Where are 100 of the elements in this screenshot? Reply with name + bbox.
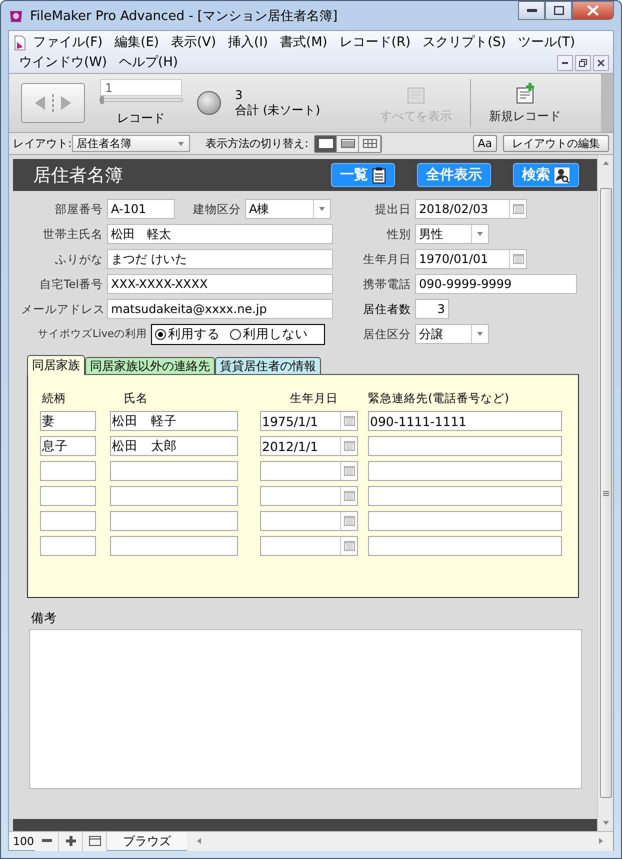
edit-layout-button[interactable]: レイアウトの編集: [503, 135, 609, 152]
calendar-icon[interactable]: [344, 441, 354, 451]
date-field[interactable]: 1970/01/01: [415, 249, 527, 269]
close-icon: [597, 59, 605, 67]
date-field[interactable]: [260, 461, 358, 481]
minimize-button[interactable]: [518, 1, 545, 20]
calendar-icon[interactable]: [512, 204, 524, 214]
contact-field[interactable]: [368, 536, 562, 556]
new-record-button[interactable]: 新規レコード: [485, 82, 566, 124]
relation-field[interactable]: 息子: [40, 436, 96, 456]
scroll-right-icon: [597, 837, 605, 845]
name-field[interactable]: 松田 太郎: [110, 436, 238, 456]
menu-item[interactable]: 挿入(I): [222, 33, 274, 53]
table-view-icon: [362, 139, 377, 148]
list-view-button[interactable]: [337, 136, 360, 152]
list-view-icon: [340, 139, 355, 148]
menu-item[interactable]: ツール(T): [512, 33, 582, 53]
text-field[interactable]: XXX-XXXX-XXXX: [107, 274, 333, 294]
maximize-button[interactable]: [545, 1, 572, 20]
name-field[interactable]: [110, 486, 238, 506]
menu-item[interactable]: 編集(E): [108, 33, 165, 53]
dropdown-field[interactable]: 分譲: [415, 324, 489, 344]
menu-item[interactable]: スクリプト(S): [416, 33, 512, 53]
text-field[interactable]: 090-9999-9999: [415, 274, 577, 294]
text-field[interactable]: matsudakeita@xxxx.ne.jp: [107, 299, 333, 319]
field-label: 性別: [386, 226, 411, 242]
date-field[interactable]: 2018/02/03: [415, 199, 527, 219]
tab[interactable]: 同居家族: [27, 355, 85, 375]
layout-select[interactable]: 居住者名簿: [72, 135, 190, 152]
calendar-icon[interactable]: [344, 416, 354, 426]
name-field[interactable]: [110, 511, 238, 531]
date-field[interactable]: 2012/1/1: [260, 436, 358, 456]
column-header: 緊急連絡先(電話番号など): [368, 391, 510, 406]
menu-item[interactable]: 表示(V): [164, 33, 222, 53]
relation-field[interactable]: 妻: [40, 411, 96, 431]
calendar-icon[interactable]: [344, 516, 354, 526]
field-label: 世帯主氏名: [42, 226, 103, 242]
minimize-button[interactable]: [557, 55, 573, 71]
name-field[interactable]: [110, 461, 238, 481]
tab[interactable]: 賃貸居住者の情報: [215, 357, 321, 375]
dropdown-field[interactable]: A棟: [245, 199, 331, 219]
name-field[interactable]: [110, 536, 238, 556]
close-button[interactable]: [572, 1, 614, 20]
menu-item[interactable]: ヘルプ(H): [113, 53, 184, 73]
field-label: 携帯電話: [362, 276, 411, 292]
tab[interactable]: 同居家族以外の連絡先: [85, 357, 215, 375]
status-toggle-button[interactable]: [83, 832, 107, 850]
menu-item[interactable]: ウインドウ(W): [13, 53, 113, 73]
number-field[interactable]: 3: [415, 299, 449, 319]
text-field[interactable]: A-101: [107, 199, 175, 219]
field-label: ふりがな: [54, 252, 103, 266]
record-navigator[interactable]: [21, 83, 85, 123]
restore-button[interactable]: [575, 55, 591, 71]
calendar-icon[interactable]: [512, 254, 524, 264]
menu-item[interactable]: レコード(R): [333, 33, 417, 53]
field-label: 部屋番号: [54, 202, 103, 216]
date-field[interactable]: [260, 536, 358, 556]
table-view-button[interactable]: [359, 136, 382, 152]
close-button[interactable]: [593, 55, 609, 71]
date-field[interactable]: [260, 486, 358, 506]
notes-label: 備考: [31, 610, 58, 627]
calendar-icon[interactable]: [344, 466, 354, 476]
relation-field[interactable]: [40, 461, 96, 481]
radio-option[interactable]: 利用する: [155, 326, 220, 342]
zoom-out-button[interactable]: [35, 832, 59, 850]
date-field[interactable]: [260, 511, 358, 531]
plus-icon: [66, 836, 76, 846]
contact-field[interactable]: [368, 461, 562, 481]
scroll-thumb[interactable]: [600, 188, 612, 798]
date-field[interactable]: 1975/1/1: [260, 411, 358, 431]
horizontal-scrollbar[interactable]: [187, 832, 613, 850]
contact-field[interactable]: 090-1111-1111: [368, 411, 562, 431]
minimize-icon: [562, 62, 568, 64]
person-search-icon: [554, 166, 570, 184]
menu-item[interactable]: ファイル(F): [27, 33, 109, 53]
contact-field[interactable]: [368, 486, 562, 506]
zoom-in-button[interactable]: [59, 832, 83, 850]
found-count: 3: [235, 88, 244, 102]
zoom-level[interactable]: 100: [9, 834, 35, 848]
record-number-field[interactable]: 1: [100, 79, 182, 96]
field-label: メールアドレス: [21, 302, 103, 316]
notes-field[interactable]: [29, 629, 582, 789]
vertical-scrollbar[interactable]: [597, 155, 613, 831]
slider-thumb[interactable]: [100, 96, 104, 104]
contact-field[interactable]: [368, 511, 562, 531]
name-field[interactable]: 松田 軽子: [110, 411, 238, 431]
relation-field[interactable]: [40, 511, 96, 531]
menu-item[interactable]: 書式(M): [274, 33, 334, 53]
text-format-button[interactable]: Aa: [472, 135, 497, 152]
form-view-button[interactable]: [315, 136, 338, 152]
calendar-icon[interactable]: [344, 491, 354, 501]
toolbar-scrollbar[interactable]: [601, 74, 613, 132]
contact-field[interactable]: [368, 436, 562, 456]
text-field[interactable]: 松田 軽太: [107, 224, 333, 244]
relation-field[interactable]: [40, 536, 96, 556]
calendar-icon[interactable]: [344, 541, 354, 551]
text-field[interactable]: まつだ けいた: [107, 249, 333, 269]
relation-field[interactable]: [40, 486, 96, 506]
dropdown-field[interactable]: 男性: [415, 224, 489, 244]
radio-option[interactable]: 利用しない: [230, 326, 308, 342]
